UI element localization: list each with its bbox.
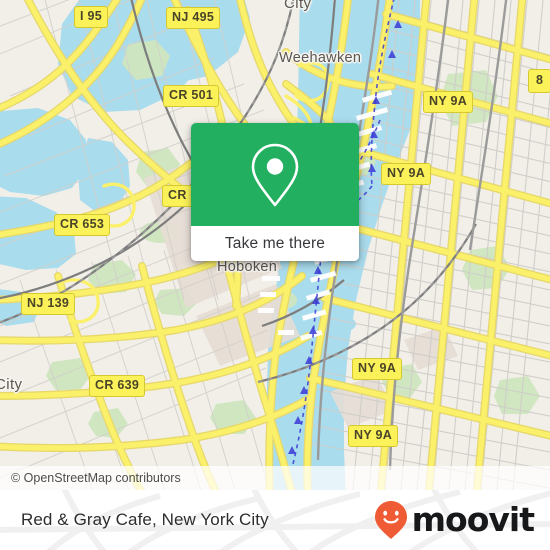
road-shield-cr-501: CR 501 (163, 85, 220, 107)
road-shield-i-95: I 95 (74, 6, 109, 28)
road-shield-8: 8 (528, 69, 550, 93)
map-attribution-bar: © OpenStreetMap contributors (0, 466, 550, 490)
road-shield-cr-653: CR 653 (54, 214, 111, 236)
moovit-place-map-screenshot: City Weehawken Hoboken City I 95 NJ 495 … (0, 0, 550, 550)
take-me-there-button[interactable]: Take me there (191, 226, 359, 261)
attribution-text: © OpenStreetMap contributors (11, 471, 181, 485)
card-pin-panel (191, 123, 359, 226)
page-title: Red & Gray Cafe, New York City (21, 510, 269, 529)
road-shield-nj-495: NJ 495 (166, 7, 221, 29)
road-shield-ny-9a-mid: NY 9A (381, 163, 432, 185)
road-shield-ny-9a-south: NY 9A (352, 358, 403, 380)
road-shield-nj-139: NJ 139 (21, 293, 76, 315)
map-canvas[interactable]: City Weehawken Hoboken City I 95 NJ 495 … (0, 0, 550, 490)
moovit-logo[interactable]: moovit (374, 490, 535, 550)
road-shield-cr-639: CR 639 (89, 375, 146, 397)
road-shield-ny-9a-lower: NY 9A (348, 425, 399, 447)
road-shield-ny-9a-north: NY 9A (423, 91, 474, 113)
footer-bar: Red & Gray Cafe, New York City moovit (0, 490, 550, 550)
moovit-smiley-pin-icon (374, 501, 407, 539)
take-me-there-card[interactable]: Take me there (191, 123, 359, 261)
moovit-wordmark: moovit (411, 499, 535, 539)
map-pin-icon (251, 143, 299, 206)
